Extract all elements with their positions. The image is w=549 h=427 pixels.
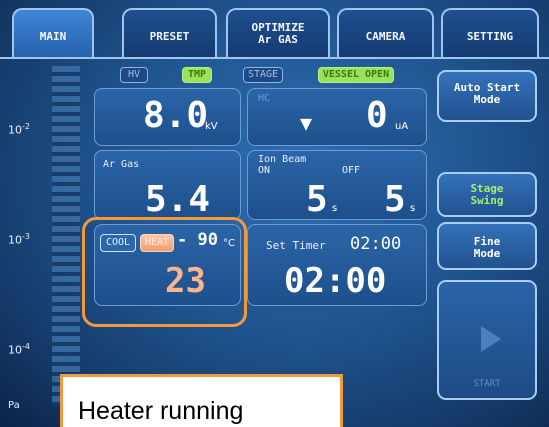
ar-gas-panel[interactable]: Ar Gas 5.4: [94, 150, 241, 220]
tab-preset[interactable]: PRESET: [122, 8, 217, 58]
auto-start-mode-button[interactable]: Auto Start Mode: [437, 70, 537, 122]
ion-beam-label: Ion Beam: [258, 154, 307, 165]
scale-label-1e-4: 10-4: [8, 342, 30, 357]
hv-panel[interactable]: 8.0 kV: [94, 88, 241, 146]
ion-beam-on-value: 5: [306, 179, 328, 220]
pressure-unit: Pa: [8, 400, 20, 411]
tab-preset-label: PRESET: [149, 30, 190, 43]
ar-gas-label: Ar Gas: [103, 159, 140, 170]
ion-beam-off-unit: s: [410, 203, 416, 214]
tab-main[interactable]: MAIN: [12, 8, 94, 58]
tab-optimize-ar-gas[interactable]: OPTIMIZE Ar GAS: [226, 8, 330, 58]
tab-optimize-label: OPTIMIZE Ar GAS: [228, 22, 328, 46]
tab-camera-label: CAMERA: [365, 30, 406, 43]
hv-value: 8.0: [143, 95, 209, 136]
scale-label-1e-2: 10-2: [8, 122, 30, 137]
timer-panel[interactable]: Set Timer 02:00 02:00: [247, 224, 427, 306]
tab-camera[interactable]: CAMERA: [337, 8, 434, 58]
down-arrow-icon: ▼: [300, 111, 313, 135]
tab-setting[interactable]: SETTING: [441, 8, 539, 58]
stage-swing-button[interactable]: Stage Swing: [437, 172, 537, 217]
pressure-bar-gauge: [52, 66, 80, 406]
current-value: 0: [366, 95, 388, 136]
vessel-open-indicator: VESSEL OPEN: [318, 67, 394, 83]
timer-value: 02:00: [284, 261, 387, 301]
ar-gas-value: 5.4: [145, 179, 211, 220]
tab-main-label: MAIN: [39, 30, 67, 43]
tab-underline: [0, 57, 549, 59]
set-timer-label: Set Timer: [266, 239, 326, 252]
current-unit: uA: [395, 121, 409, 132]
set-timer-value: 02:00: [350, 234, 402, 254]
current-label: HC: [258, 93, 271, 104]
ion-beam-off-label: OFF: [342, 165, 361, 176]
ion-beam-panel[interactable]: Ion Beam ON OFF 5 s 5 s: [247, 150, 427, 220]
fine-mode-button[interactable]: Fine Mode: [437, 222, 537, 270]
highlight-box: [82, 217, 247, 327]
play-icon: [481, 326, 501, 352]
start-label: START: [473, 379, 501, 389]
tab-optimize-line2: Ar GAS: [258, 33, 298, 46]
hv-indicator: HV: [120, 67, 148, 83]
tmp-indicator: TMP: [182, 67, 212, 83]
ion-beam-on-unit: s: [332, 203, 338, 214]
annotation-caption: Heater running: [60, 374, 343, 427]
start-button[interactable]: START: [437, 280, 537, 400]
tab-setting-label: SETTING: [466, 30, 514, 43]
ion-beam-on-label: ON: [258, 165, 271, 176]
main-screen: MAIN PRESET OPTIMIZE Ar GAS CAMERA SETTI…: [0, 0, 549, 427]
stage-indicator: STAGE: [243, 67, 283, 83]
scale-label-1e-3: 10-3: [8, 232, 30, 247]
current-panel[interactable]: HC ▼ 0 uA: [247, 88, 427, 146]
ion-beam-off-value: 5: [384, 179, 406, 220]
hv-unit: kV: [205, 121, 218, 132]
